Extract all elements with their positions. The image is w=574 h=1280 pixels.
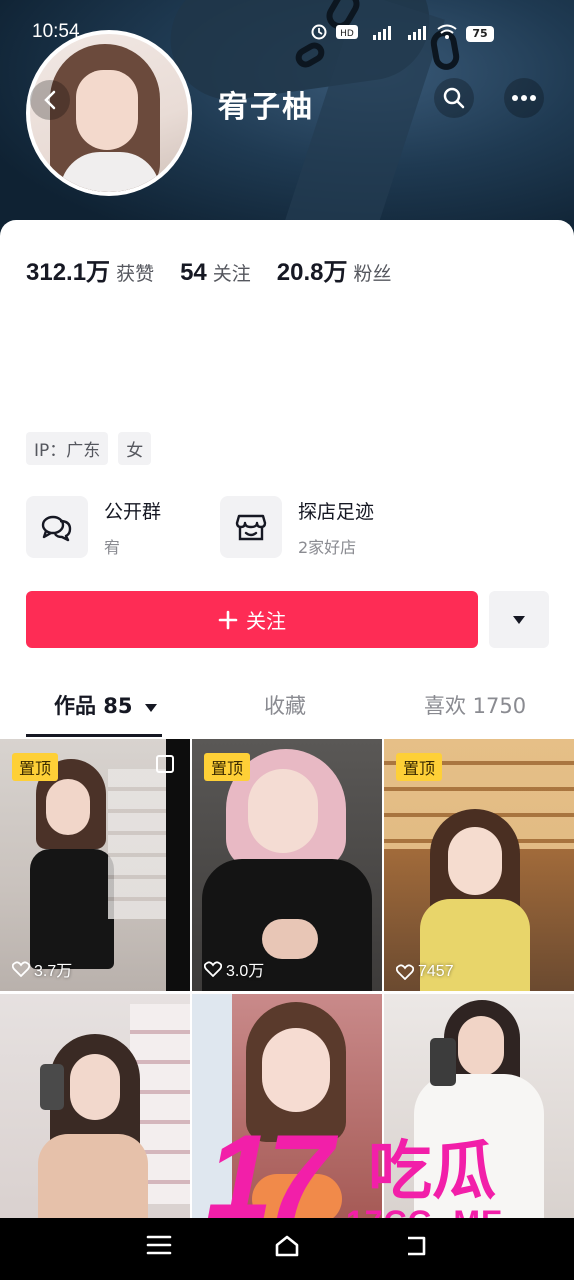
pinned-badge: 置顶: [396, 753, 443, 781]
public-group-subtitle: 宥: [104, 537, 121, 557]
profile-stats: 312.1万 获赞 54 关注 20.8万 粉丝: [26, 252, 418, 287]
home-icon: [275, 1235, 299, 1257]
shop-visits-entry[interactable]: 探店足迹 2家好店: [220, 496, 374, 558]
more-options-button[interactable]: [504, 78, 544, 118]
tab-active-indicator: [26, 734, 162, 737]
system-navigation-bar: [0, 1218, 574, 1280]
following-label[interactable]: 关注: [213, 259, 251, 286]
caret-down-icon: [144, 704, 157, 712]
followers-label[interactable]: 粉丝: [354, 259, 392, 286]
video-tile[interactable]: [0, 994, 190, 1246]
public-group-title: 公开群: [104, 500, 162, 523]
menu-icon: [146, 1235, 172, 1255]
chat-bubbles-icon: [26, 496, 88, 558]
back-button[interactable]: [30, 80, 70, 120]
heart-icon: [12, 961, 30, 977]
video-tile[interactable]: 置顶 3.0万: [192, 739, 382, 991]
heart-icon: [396, 964, 414, 980]
video-likes: 3.0万: [204, 957, 264, 981]
back-nav-icon: [408, 1236, 426, 1256]
alarm-icon: [311, 24, 327, 44]
following-count[interactable]: 54: [180, 259, 207, 287]
tab-works-label: 作品 85: [54, 694, 133, 718]
likes-label: 获赞: [116, 263, 155, 285]
watermark-chinese: 吃瓜: [368, 1135, 496, 1209]
tab-works[interactable]: 作品 85: [54, 690, 158, 720]
shop-visits-title: 探店足迹: [298, 500, 375, 523]
home-button[interactable]: [274, 1234, 300, 1262]
chevron-left-icon: [44, 90, 56, 110]
gender-tag: 女: [118, 432, 152, 465]
menu-button[interactable]: [146, 1234, 172, 1260]
tab-likes[interactable]: 喜欢 1750: [424, 690, 526, 720]
search-icon: [443, 87, 465, 109]
video-likes: 3.7万: [12, 957, 72, 981]
plus-icon: [218, 610, 238, 629]
ip-location-tag: IP：广东: [26, 432, 109, 465]
battery-icon: 75: [466, 26, 494, 42]
pinned-badge: 置顶: [12, 753, 59, 781]
hd-icon: HD: [336, 24, 358, 44]
back-nav-button[interactable]: [404, 1234, 430, 1262]
video-likes-count: 3.0万: [226, 963, 265, 980]
video-likes: 7457: [396, 963, 454, 981]
multi-image-icon: [156, 755, 174, 773]
video-likes-count: 3.7万: [34, 963, 73, 980]
content-tabs: 作品 85 收藏 喜欢 1750: [0, 690, 574, 737]
public-group-entry[interactable]: 公开群 宥: [26, 496, 161, 558]
profile-tags: IP：广东 女: [26, 432, 152, 465]
likes-count: 312.1万: [26, 259, 111, 286]
video-likes-count: 7457: [418, 963, 454, 980]
video-tile[interactable]: 置顶 3.7万: [0, 739, 190, 991]
shop-icon: [220, 496, 282, 558]
svg-text:HD: HD: [340, 29, 354, 39]
signal-5g-icon: [402, 24, 428, 44]
followers-count[interactable]: 20.8万: [277, 252, 348, 287]
wifi-icon: [437, 24, 457, 44]
caret-down-icon: [513, 615, 525, 624]
profile-username: 宥子柚: [218, 90, 314, 125]
heart-icon: [204, 961, 222, 977]
video-tile[interactable]: 置顶 7457: [384, 739, 574, 991]
follow-button[interactable]: 关注: [26, 591, 478, 648]
signal-4g-icon: [367, 24, 393, 44]
search-button[interactable]: [434, 78, 474, 118]
shop-visits-subtitle: 2家好店: [298, 537, 357, 557]
pinned-badge: 置顶: [204, 753, 251, 781]
recommend-dropdown-button[interactable]: [489, 591, 549, 648]
follow-button-label: 关注: [246, 609, 286, 633]
more-dots-icon: [512, 95, 536, 101]
tab-favorites[interactable]: 收藏: [264, 690, 306, 720]
